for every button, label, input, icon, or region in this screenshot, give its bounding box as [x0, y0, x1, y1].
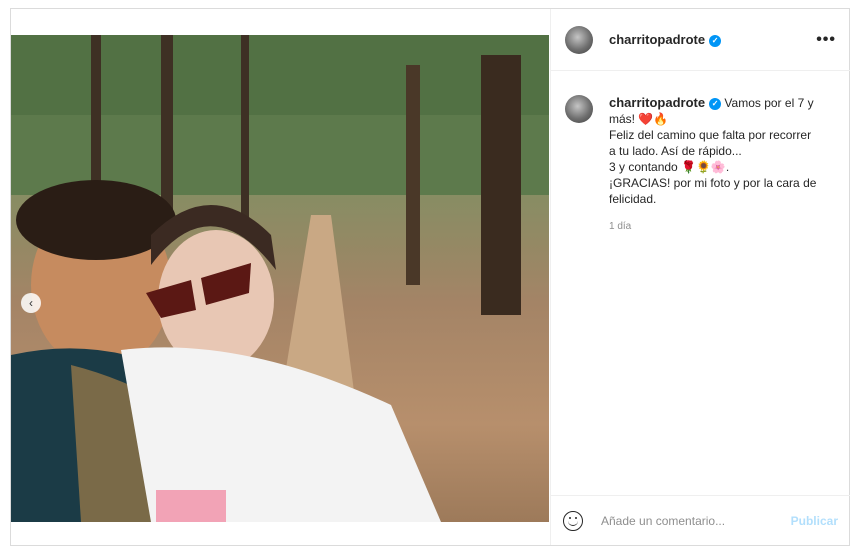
caption-line: 3 y contando 🌹🌻🌸. — [609, 160, 730, 174]
caption-line: felicidad. — [609, 192, 657, 206]
caption-username-text[interactable]: charritopadrote — [609, 95, 705, 110]
comment-input[interactable] — [599, 512, 773, 529]
avatar[interactable] — [565, 25, 593, 54]
caption: charritopadrote ✓ Vamos por el 7 y más! ❤… — [565, 95, 836, 207]
caption-line: a tu lado. Así de rápido... — [609, 144, 742, 158]
caption-username[interactable]: charritopadrote ✓ — [609, 95, 722, 110]
post-sidebar: charritopadrote ✓ ••• charritopadrote ✓ Va… — [550, 9, 850, 545]
username-text[interactable]: charritopadrote — [609, 32, 705, 47]
selfie-image — [11, 35, 549, 522]
post-timestamp[interactable]: 1 día — [609, 221, 631, 232]
chevron-left-icon: ‹ — [29, 296, 33, 310]
caption-line: más! ❤️🔥 — [609, 112, 669, 126]
post-card: ‹ charritopadrote ✓ ••• charritopadrote ✓ … — [10, 8, 850, 546]
caption-line: Feliz del camino que falta por recorrer — [609, 128, 812, 142]
caption-avatar[interactable] — [565, 95, 593, 123]
verified-badge-icon: ✓ — [709, 34, 722, 47]
post-photo[interactable]: ‹ — [11, 35, 549, 522]
caption-line: Vamos por el 7 y — [724, 96, 814, 110]
post-header: charritopadrote ✓ ••• — [551, 9, 850, 71]
header-username[interactable]: charritopadrote ✓ — [609, 32, 722, 47]
carousel-prev-button[interactable]: ‹ — [21, 293, 41, 313]
comment-bar: Publicar — [551, 495, 850, 545]
more-options-icon[interactable]: ••• — [816, 31, 836, 49]
emoji-icon[interactable] — [563, 510, 583, 531]
caption-line: ¡GRACIAS! por mi foto y por la cara de — [609, 176, 817, 190]
caption-text: charritopadrote ✓ Vamos por el 7 y más! ❤… — [609, 95, 816, 207]
publish-button[interactable]: Publicar — [791, 514, 838, 528]
verified-badge-icon: ✓ — [709, 97, 722, 110]
